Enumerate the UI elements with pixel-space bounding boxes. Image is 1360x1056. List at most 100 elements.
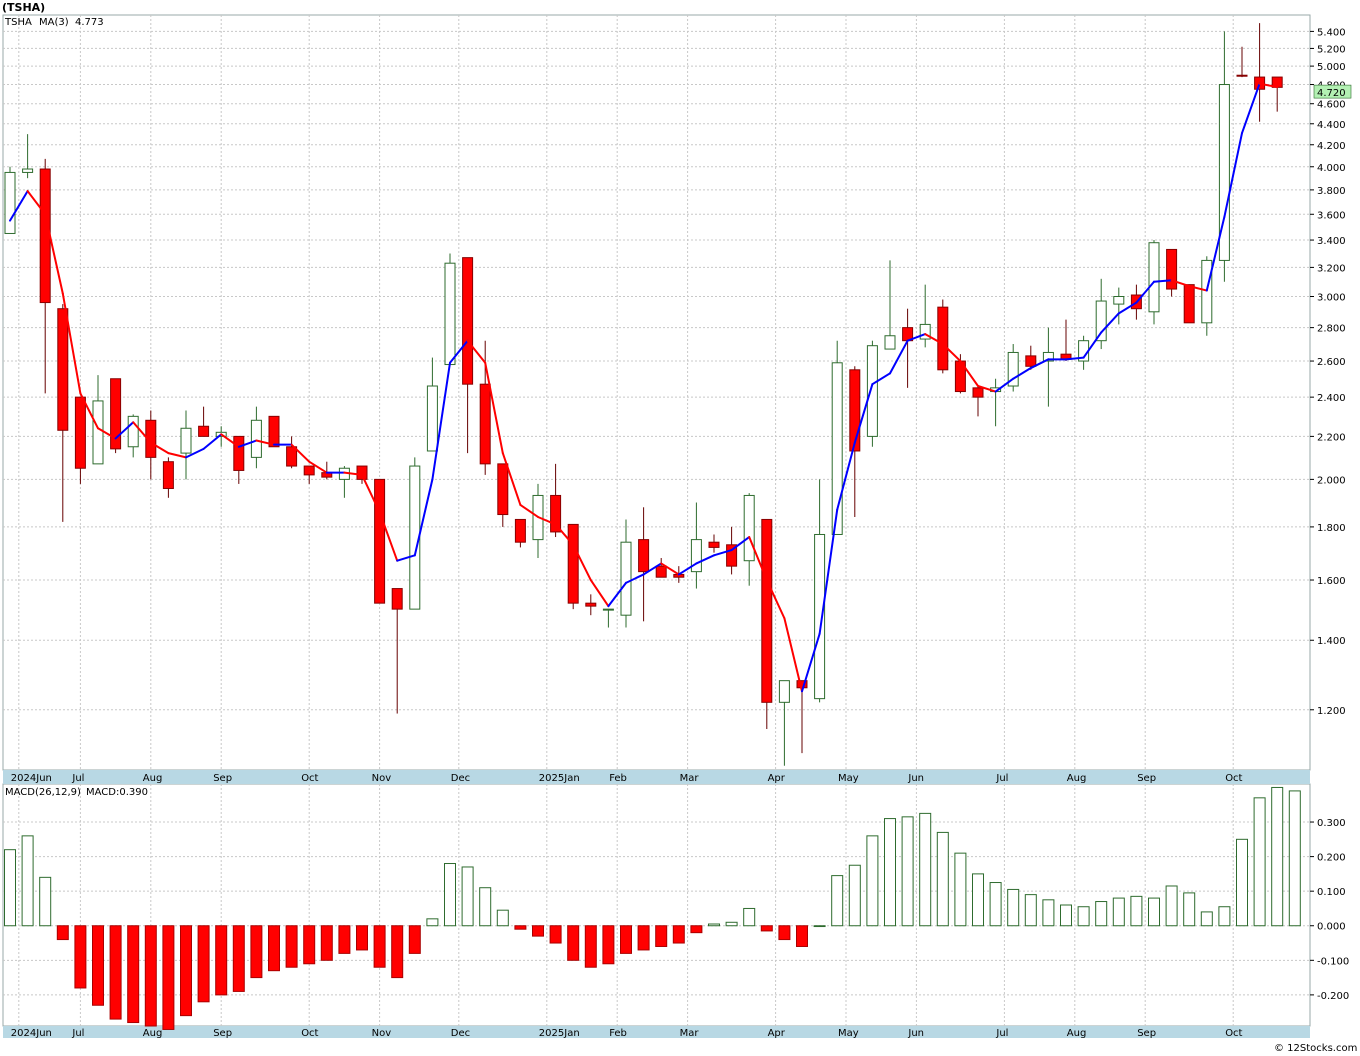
price-y-tick-label: 2.200 — [1317, 432, 1346, 443]
macd-bar — [972, 873, 984, 927]
macd-bar — [232, 925, 245, 992]
price-y-tick-label: 2.400 — [1317, 393, 1346, 404]
candle-body — [462, 257, 474, 385]
candle-body — [1183, 284, 1195, 324]
macd-bar — [549, 925, 562, 944]
x-axis-label: Apr — [768, 773, 786, 784]
candle-body — [690, 539, 702, 573]
macd-bar — [391, 925, 404, 979]
macd-bar — [162, 925, 175, 1030]
candle-body — [391, 588, 403, 610]
macd-bar — [215, 925, 228, 996]
macd-bar — [1060, 904, 1072, 927]
macd-bar — [285, 925, 298, 968]
macd-bar — [514, 925, 527, 930]
price-y-tick-label: 4.600 — [1317, 100, 1346, 111]
chart-symbol-title: (TSHA) — [2, 1, 45, 14]
macd-bar — [1024, 894, 1037, 927]
macd-y-tick-label: 0.100 — [1317, 887, 1346, 898]
candle-body — [92, 400, 104, 465]
macd-bar — [373, 925, 386, 968]
macd-bar — [92, 925, 104, 1006]
price-y-tick-label: 2.800 — [1317, 324, 1346, 335]
candle-body — [550, 494, 562, 533]
macd-bar — [1253, 797, 1266, 927]
candle-body — [1095, 300, 1107, 342]
macd-bar — [479, 887, 492, 927]
x-axis-label: 2024Jun — [11, 1028, 52, 1039]
macd-bar — [1112, 897, 1125, 927]
candle-body — [127, 415, 139, 448]
price-y-tick-label: 2.000 — [1317, 475, 1346, 486]
macd-bar — [1130, 895, 1143, 927]
macd-bar — [584, 925, 597, 968]
x-axis-label: Feb — [609, 1028, 627, 1039]
macd-bar — [338, 925, 351, 954]
macd-bar — [127, 925, 140, 1024]
macd-bar — [813, 925, 826, 928]
macd-bar — [919, 812, 932, 927]
candle-body — [778, 680, 790, 703]
price-y-tick-label: 1.200 — [1317, 706, 1346, 717]
price-y-tick-label: 1.400 — [1317, 636, 1346, 647]
macd-bar — [426, 918, 439, 927]
macd-bar — [690, 925, 703, 934]
candle-body — [972, 387, 984, 398]
last-price-label: 4.720 — [1317, 88, 1346, 99]
macd-bar — [1288, 790, 1301, 927]
price-y-tick-label: 5.200 — [1317, 44, 1346, 55]
price-y-tick-label: 1.600 — [1317, 576, 1346, 587]
macd-x-axis-band — [3, 1026, 1310, 1038]
candle-body — [22, 168, 34, 173]
x-axis-label: Nov — [372, 773, 392, 784]
price-y-tick-label: 4.000 — [1317, 163, 1346, 174]
macd-bar — [532, 925, 544, 937]
macd-bar — [1271, 786, 1284, 927]
macd-bar — [1095, 901, 1108, 927]
candle-body — [655, 565, 667, 578]
price-y-tick-label: 5.400 — [1317, 27, 1346, 38]
candle-body — [162, 461, 174, 489]
macd-bar — [796, 925, 808, 947]
macd-y-tick-label: 0.300 — [1317, 818, 1346, 829]
x-axis-label: May — [838, 1028, 859, 1039]
macd-bar — [936, 831, 949, 927]
macd-bar — [1218, 906, 1231, 927]
candle-body — [426, 385, 438, 452]
candle-body — [233, 435, 245, 471]
candle-body — [514, 518, 526, 543]
macd-bar — [602, 925, 615, 965]
macd-bar — [444, 863, 456, 927]
x-axis-label: Apr — [768, 1028, 786, 1039]
x-axis-label: 2025Jan — [539, 1028, 580, 1039]
x-axis-label: Jul — [71, 773, 84, 784]
macd-bar — [866, 835, 879, 927]
candle-body — [1148, 242, 1160, 313]
macd-bar — [461, 866, 474, 927]
candle-body — [1201, 259, 1213, 324]
price-y-tick-label: 2.600 — [1317, 357, 1346, 368]
candle-body — [743, 494, 755, 562]
candle-body — [57, 308, 69, 431]
macd-bar — [620, 925, 632, 954]
candle-body — [303, 465, 315, 476]
macd-bar — [655, 925, 668, 947]
macd-bar — [180, 925, 192, 1017]
macd-bar — [778, 925, 791, 941]
price-y-tick-label: 4.400 — [1317, 120, 1346, 131]
candle-body — [602, 608, 614, 611]
candle-body — [849, 369, 861, 452]
macd-y-tick-label: 0.200 — [1317, 853, 1346, 864]
x-axis-label: Oct — [1225, 1028, 1242, 1039]
candle-body — [884, 335, 896, 350]
stock-chart: (TSHA) 2024Jun Jul Aug Sep Oct Nov Dec 2025Jan F… — [0, 0, 1360, 1056]
macd-bar — [1183, 892, 1196, 927]
x-axis-label: Aug — [1067, 773, 1087, 784]
price-y-tick-label: 3.800 — [1317, 186, 1346, 197]
macd-bar — [848, 864, 861, 927]
x-axis-label: Feb — [609, 773, 627, 784]
candle-body — [620, 541, 632, 616]
price-y-tick-label: 5.000 — [1317, 62, 1346, 73]
x-axis-label: May — [838, 773, 859, 784]
chart-stage: (TSHA) 2024Jun Jul Aug Sep Oct Nov Dec 2025Jan F… — [0, 0, 1360, 1056]
